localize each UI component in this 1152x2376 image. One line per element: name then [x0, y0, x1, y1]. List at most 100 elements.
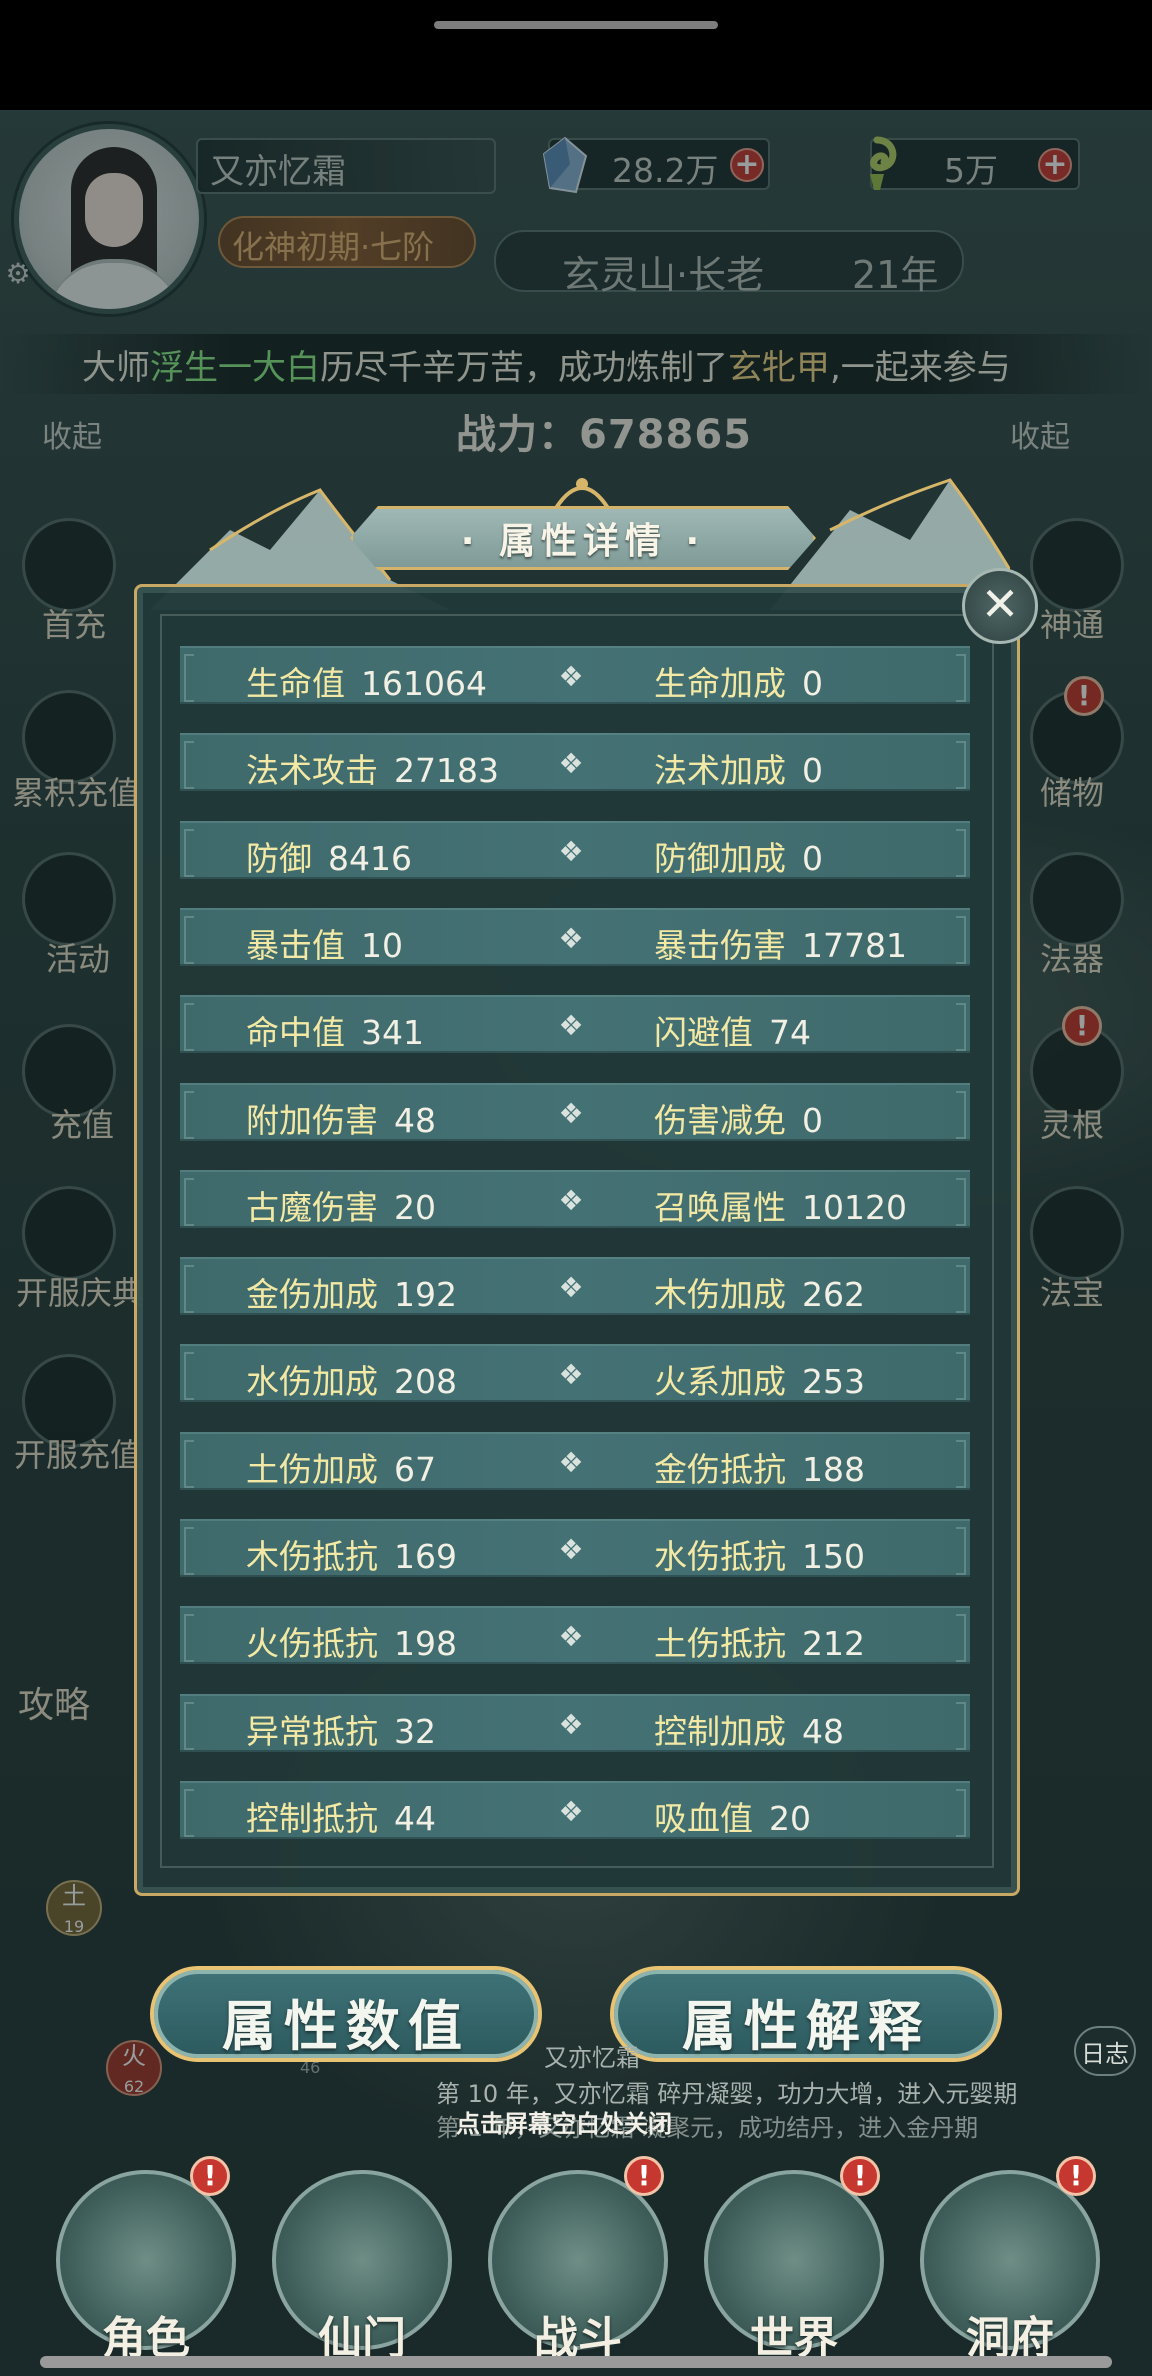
- attribute-row: 异常抵抗 32 ❖ 控制加成 48: [180, 1694, 970, 1752]
- separator-diamond-icon: ❖: [558, 1795, 584, 1828]
- attribute-right-label: 防御加成: [654, 839, 786, 878]
- attribute-left-value: 169: [394, 1537, 457, 1576]
- attribute-left-label: 法术攻击: [246, 751, 378, 790]
- separator-diamond-icon: ❖: [558, 1097, 584, 1130]
- attribute-row: 土伤加成 67 ❖ 金伤抵抗 188: [180, 1432, 970, 1490]
- nav-character-badge: !: [190, 2156, 230, 2196]
- attribute-right: 吸血值 20: [654, 1792, 811, 1840]
- attribute-left-label: 暴击值: [246, 926, 345, 965]
- attribute-explanation-button-label[interactable]: 属性解释: [610, 1982, 1002, 2061]
- attribute-right-value: 0: [802, 839, 823, 878]
- attribute-row: 生命值 161064 ❖ 生命加成 0: [180, 646, 970, 704]
- attribute-row: 法术攻击 27183 ❖ 法术加成 0: [180, 733, 970, 791]
- attribute-left: 水伤加成 208: [246, 1355, 457, 1403]
- attribute-left-label: 金伤加成: [246, 1275, 378, 1314]
- log-button-label[interactable]: 日志: [1074, 2034, 1136, 2069]
- attribute-right-value: 17781: [802, 926, 907, 965]
- attribute-left-label: 命中值: [246, 1013, 345, 1052]
- attribute-right-value: 262: [802, 1275, 865, 1314]
- attribute-left: 命中值 341: [246, 1006, 424, 1054]
- attribute-right-value: 0: [802, 751, 823, 790]
- attribute-right: 控制加成 48: [654, 1705, 844, 1753]
- attribute-left-label: 土伤加成: [246, 1450, 378, 1489]
- attribute-left: 控制抵抗 44: [246, 1792, 436, 1840]
- attribute-left-label: 火伤抵抗: [246, 1624, 378, 1663]
- separator-diamond-icon: ❖: [558, 1271, 584, 1304]
- attribute-right: 法术加成 0: [654, 744, 823, 792]
- log-line-prefix: 又亦忆霜: [544, 2044, 640, 2072]
- attribute-left: 火伤抵抗 198: [246, 1617, 457, 1665]
- attribute-left: 暴击值 10: [246, 919, 403, 967]
- attribute-row: 控制抵抗 44 ❖ 吸血值 20: [180, 1781, 970, 1839]
- separator-diamond-icon: ❖: [558, 1533, 584, 1566]
- attribute-left: 异常抵抗 32: [246, 1705, 436, 1753]
- attribute-right-value: 48: [802, 1712, 844, 1751]
- attribute-right-label: 水伤抵抗: [654, 1537, 786, 1576]
- system-home-indicator: [434, 21, 718, 29]
- panel-title: · 属性详情 ·: [460, 521, 706, 562]
- separator-diamond-icon: ❖: [558, 747, 584, 780]
- attribute-right-label: 暴击伤害: [654, 926, 786, 965]
- attribute-right: 水伤抵抗 150: [654, 1530, 865, 1578]
- attribute-right-label: 吸血值: [654, 1799, 753, 1838]
- attribute-right-value: 74: [769, 1013, 811, 1052]
- attribute-left-value: 27183: [394, 751, 499, 790]
- attribute-row: 木伤抵抗 169 ❖ 水伤抵抗 150: [180, 1519, 970, 1577]
- attribute-left-label: 水伤加成: [246, 1362, 378, 1401]
- attribute-right-label: 生命加成: [654, 664, 786, 703]
- attribute-right: 闪避值 74: [654, 1006, 811, 1054]
- attribute-panel-inner-frame: [160, 614, 994, 1868]
- attribute-left-value: 67: [394, 1450, 436, 1489]
- attribute-right-value: 20: [769, 1799, 811, 1838]
- attribute-left-value: 198: [394, 1624, 457, 1663]
- attribute-right-label: 闪避值: [654, 1013, 753, 1052]
- attribute-right: 暴击伤害 17781: [654, 919, 907, 967]
- tap-to-close-hint: 点击屏幕空白处关闭: [456, 2110, 672, 2138]
- attribute-right-label: 召唤属性: [654, 1188, 786, 1227]
- attribute-left-value: 20: [394, 1188, 436, 1227]
- attribute-row: 水伤加成 208 ❖ 火系加成 253: [180, 1344, 970, 1402]
- close-icon[interactable]: ✕: [962, 568, 1038, 644]
- separator-diamond-icon: ❖: [558, 1009, 584, 1042]
- attribute-right-label: 火系加成: [654, 1362, 786, 1401]
- attribute-right: 生命加成 0: [654, 657, 823, 705]
- attribute-right-value: 188: [802, 1450, 865, 1489]
- attribute-left: 木伤抵抗 169: [246, 1530, 457, 1578]
- attribute-right-label: 伤害减免: [654, 1101, 786, 1140]
- attribute-left-label: 附加伤害: [246, 1101, 378, 1140]
- attribute-left: 古魔伤害 20: [246, 1181, 436, 1229]
- separator-diamond-icon: ❖: [558, 1184, 584, 1217]
- attribute-left-label: 控制抵抗: [246, 1799, 378, 1838]
- attribute-left: 土伤加成 67: [246, 1443, 436, 1491]
- attribute-left-label: 防御: [246, 839, 312, 878]
- attribute-right: 防御加成 0: [654, 832, 823, 880]
- attribute-values-button-label[interactable]: 属性数值: [150, 1982, 542, 2061]
- attribute-right-value: 150: [802, 1537, 865, 1576]
- attribute-right: 召唤属性 10120: [654, 1181, 907, 1229]
- attribute-left-label: 古魔伤害: [246, 1188, 378, 1227]
- attribute-right-label: 控制加成: [654, 1712, 786, 1751]
- attribute-right-value: 0: [802, 664, 823, 703]
- attribute-left-label: 异常抵抗: [246, 1712, 378, 1751]
- game-screen: ⚙ 又亦忆霜 化神初期·七阶 28.2万 + 5万 + 玄灵山·长老 21年 大…: [0, 0, 1152, 2376]
- attribute-right: 土伤抵抗 212: [654, 1617, 865, 1665]
- separator-diamond-icon: ❖: [558, 1708, 584, 1741]
- nav-world-badge: !: [840, 2156, 880, 2196]
- nav-battle-badge: !: [624, 2156, 664, 2196]
- attribute-left-value: 8416: [328, 839, 412, 878]
- attribute-right: 伤害减免 0: [654, 1094, 823, 1142]
- attribute-right-label: 土伤抵抗: [654, 1624, 786, 1663]
- attribute-right-value: 10120: [802, 1188, 907, 1227]
- attribute-right: 金伤抵抗 188: [654, 1443, 865, 1491]
- attribute-right-value: 253: [802, 1362, 865, 1401]
- attribute-row: 命中值 341 ❖ 闪避值 74: [180, 995, 970, 1053]
- attribute-right-value: 212: [802, 1624, 865, 1663]
- separator-diamond-icon: ❖: [558, 1446, 584, 1479]
- attribute-right: 木伤加成 262: [654, 1268, 865, 1316]
- attribute-row: 防御 8416 ❖ 防御加成 0: [180, 821, 970, 879]
- attribute-left: 防御 8416: [246, 832, 412, 880]
- separator-diamond-icon: ❖: [558, 1358, 584, 1391]
- separator-diamond-icon: ❖: [558, 660, 584, 693]
- attribute-right-value: 0: [802, 1101, 823, 1140]
- title-ornament: [554, 478, 610, 510]
